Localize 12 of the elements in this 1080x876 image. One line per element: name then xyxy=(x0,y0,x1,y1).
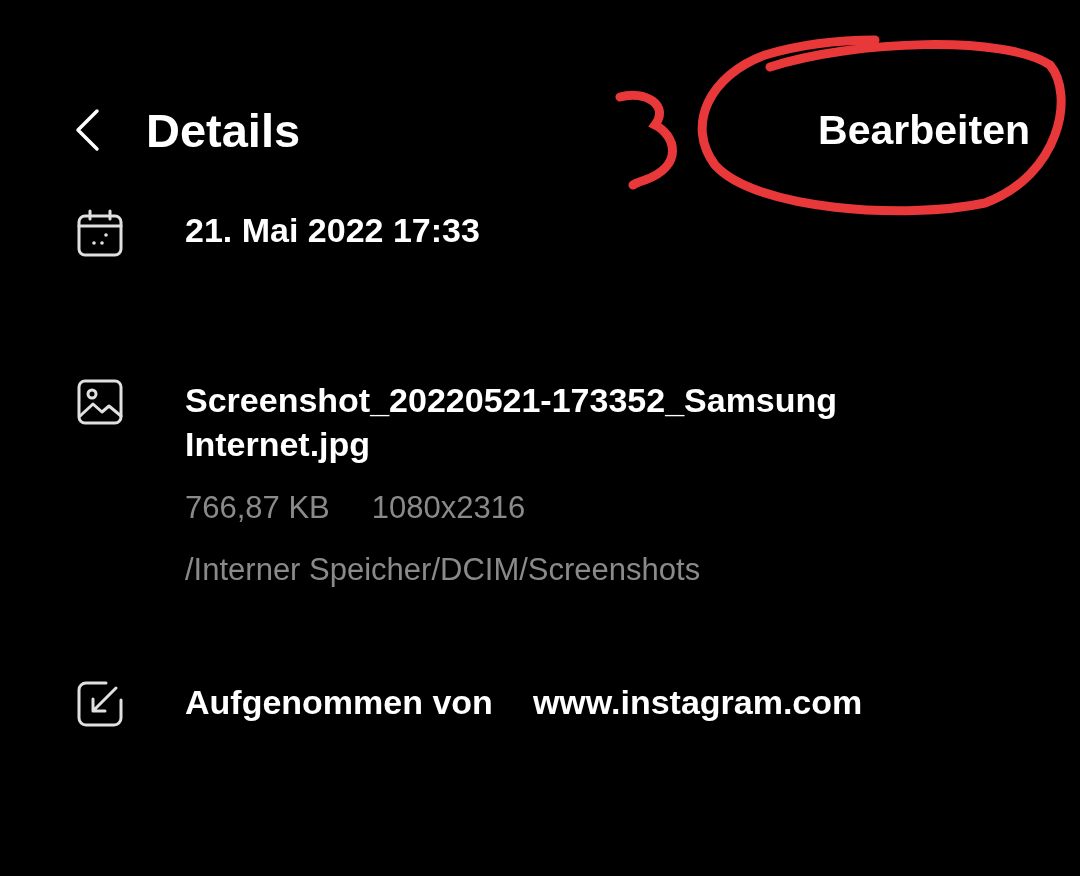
calendar-icon xyxy=(76,208,124,258)
source-url: www.instagram.com xyxy=(532,682,863,723)
page-title: Details xyxy=(146,102,302,158)
capture-icon xyxy=(76,680,124,728)
file-size: 766,87 KB xyxy=(185,489,330,527)
date-text: 21. Mai 2022 17:33 xyxy=(185,210,481,251)
source-label: Aufgenommen von xyxy=(185,682,493,723)
edit-button[interactable]: Bearbeiten xyxy=(818,106,1030,154)
file-path: /Interner Speicher/DCIM/Screenshots xyxy=(185,551,702,589)
image-icon xyxy=(76,378,124,426)
file-name: Screenshot_20220521-173352_Samsung Internet.jpg xyxy=(185,380,839,465)
image-resolution: 1080x2316 xyxy=(371,489,526,527)
